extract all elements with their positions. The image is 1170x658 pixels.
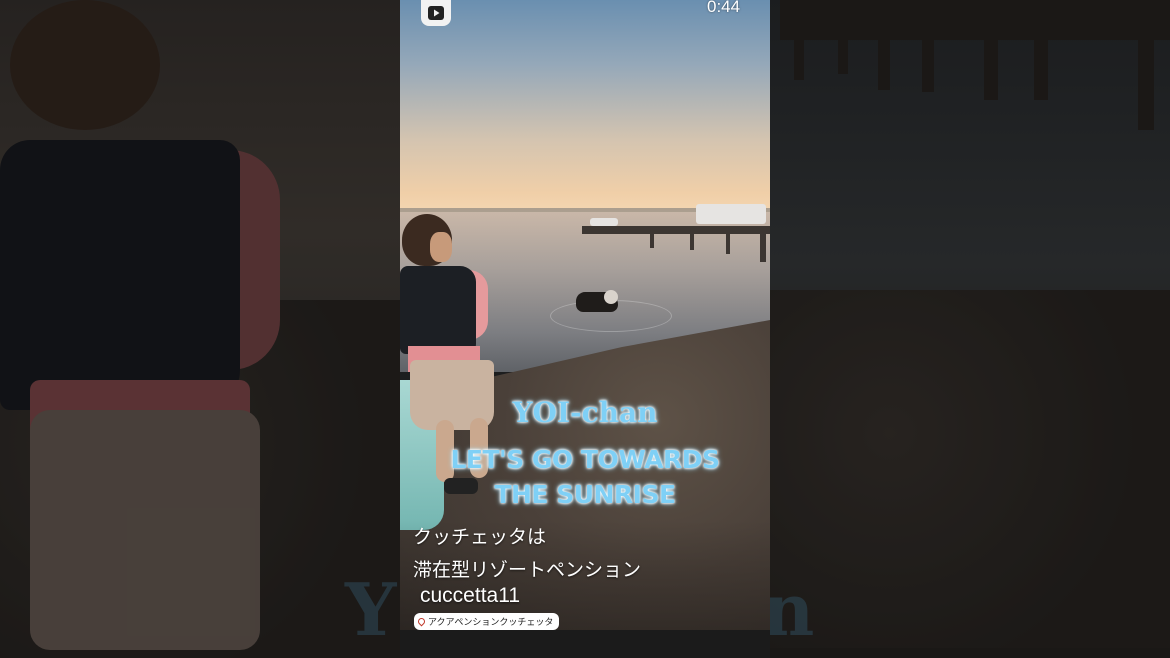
video-dog-head — [604, 290, 618, 304]
video-child-face — [430, 232, 452, 262]
location-pin-icon — [416, 616, 427, 627]
video-description-line: クッチェッタは — [413, 526, 547, 548]
blurred-backdrop-right: n — [770, 0, 1170, 658]
video-boat — [590, 218, 618, 226]
youtube-shorts-icon[interactable] — [421, 0, 451, 26]
location-tag[interactable]: アクアペンションクッチェッタ — [414, 613, 560, 630]
channel-name-link[interactable]: cuccetta11 — [420, 584, 520, 608]
backdrop-veil — [770, 0, 1170, 658]
video-dock-post — [726, 232, 730, 254]
blurred-backdrop-left: Y — [0, 0, 400, 658]
video-bottom-bar — [400, 630, 770, 658]
video-dock-post — [650, 232, 654, 248]
backdrop-veil — [0, 0, 400, 658]
playback-time: 0:44 — [707, 0, 741, 16]
video-dock-post — [760, 232, 766, 262]
play-icon — [428, 6, 444, 20]
caption-line: LET'S GO TOWARDS — [450, 445, 720, 474]
location-tag-label: アクアペンションクッチェッタ — [428, 618, 554, 628]
video-child-vest — [400, 266, 476, 354]
video-sky — [400, 0, 770, 215]
video-dock — [582, 226, 770, 234]
video-description-line: 滞在型リゾートペンション — [413, 559, 642, 581]
video-boat — [696, 204, 766, 224]
video-dock-post — [690, 232, 694, 250]
caption-title: YOI-chan — [512, 396, 658, 429]
caption-line: THE SUNRISE — [494, 480, 676, 509]
